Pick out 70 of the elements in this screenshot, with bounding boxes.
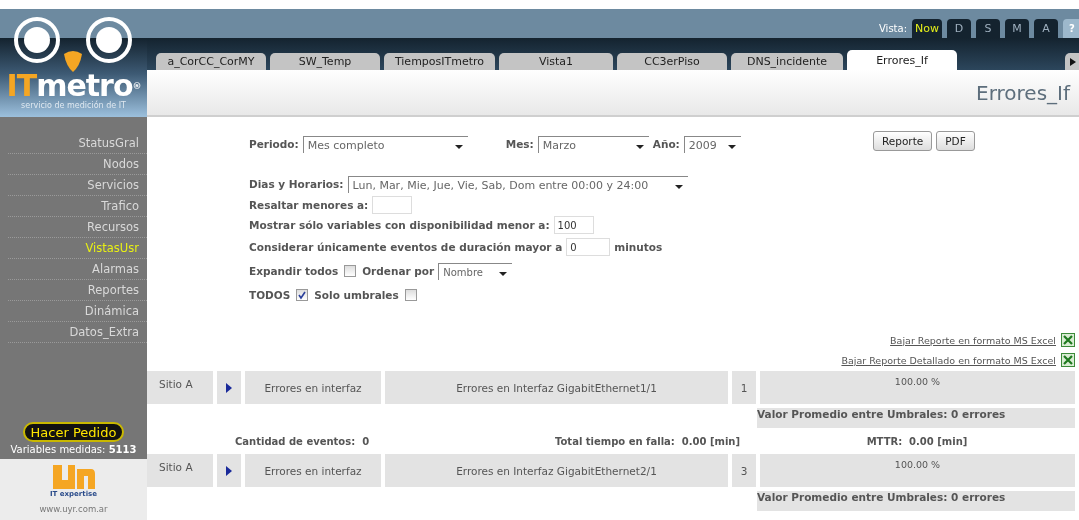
table-cell: Errores en interfaz [245, 454, 381, 487]
table-cell: 100.00 % [760, 371, 1075, 404]
period-dropdown[interactable]: Mes completo [302, 135, 468, 153]
month-dropdown[interactable]: Marzo [537, 135, 649, 153]
view-button[interactable]: S [976, 19, 1000, 38]
field-label: Considerar únicamente eventos de duración mayor a [249, 241, 563, 253]
brand-tagline: servicio de medición de IT [21, 101, 126, 110]
arrow-icon[interactable] [1070, 57, 1076, 66]
tab[interactable]: CC3erPiso [617, 53, 727, 70]
checkbox-label: Solo umbrales [314, 289, 399, 301]
table-cell: 3 [732, 454, 756, 487]
spreadsheet-icon[interactable] [1061, 333, 1075, 347]
brand-name: ITmetro$^{®}$ [6, 72, 141, 100]
triangle-icon[interactable] [226, 465, 232, 476]
tab[interactable]: a_CorCC_CorMY [156, 53, 266, 70]
table-cell: Errores en Interfaz GigabitEthernet2/1 [385, 454, 728, 487]
field-label: Dias y Horarios: [249, 178, 344, 190]
summary-text: Cantidad de eventos: 0 [234, 435, 371, 447]
input-field[interactable]: 0 [566, 238, 611, 256]
checkbox-label: TODOS [249, 289, 291, 301]
download-link[interactable]: Bajar Reporte en formato MS Excel [890, 334, 1056, 346]
report-button[interactable]: Reporte [873, 131, 933, 151]
input-field[interactable]: 100 [553, 216, 594, 234]
table-cell: Valor Promedio entre Umbrales: 0 errores [757, 491, 1075, 511]
expand-button[interactable] [217, 454, 241, 487]
checkbox[interactable] [296, 289, 309, 301]
checkbox[interactable] [404, 289, 417, 301]
tab[interactable]: Vista1 [499, 53, 613, 70]
tab-scroll-button[interactable] [1065, 53, 1079, 70]
partner-url: www.uyr.com.ar [39, 504, 108, 514]
download-link[interactable]: Bajar Reporte Detallado en formato MS Excel [841, 354, 1056, 366]
table-cell: Valor Promedio entre Umbrales: 0 errores [757, 408, 1075, 428]
view-button[interactable]: M [1005, 19, 1029, 38]
field-label: Año: [652, 138, 680, 150]
tab[interactable]: Errores_If [847, 50, 957, 70]
page-title: Errores_If [976, 80, 1070, 105]
summary-text: MTTR: 0.00 [min] [865, 435, 969, 447]
view-button[interactable]: A [1034, 19, 1058, 38]
table-cell: 100.00 % [760, 454, 1075, 487]
order-button[interactable]: Hacer Pedido [22, 422, 125, 442]
field-label: Mes: [505, 138, 534, 150]
field-label: Resaltar menores a: [249, 199, 369, 211]
year-dropdown[interactable]: 2009 [683, 135, 741, 153]
tab[interactable]: TiemposITmetro [384, 53, 495, 70]
triangle-icon[interactable] [226, 382, 232, 393]
spreadsheet-icon[interactable] [1061, 353, 1075, 367]
report-button[interactable]: PDF [936, 131, 975, 151]
tab[interactable]: SW_Temp [270, 53, 380, 70]
table-cell: Sitio A [147, 371, 213, 404]
table-cell: Errores en interfaz [245, 371, 381, 404]
summary-text: Total tiempo en falla: 0.00 [min] [555, 435, 739, 447]
view-label: Vista: [879, 23, 908, 34]
unit-label: minutos [614, 241, 663, 253]
view-button[interactable]: D [947, 19, 971, 38]
checkbox[interactable] [344, 265, 357, 277]
schedule-dropdown[interactable]: Lun, Mar, Mie, Jue, Vie, Sab, Dom entre 00:00 y 24:00 [347, 175, 688, 193]
table-cell: Errores en Interfaz GigabitEthernet1/1 [385, 371, 728, 404]
input-field[interactable] [372, 196, 413, 214]
table-cell: 1 [732, 371, 756, 404]
table-cell: Sitio A [147, 454, 213, 487]
variables-count: Variables medidas: 5113 [10, 444, 137, 455]
partner-logo-icon [52, 465, 95, 489]
sort-dropdown[interactable]: Nombre [438, 262, 513, 280]
view-button[interactable]: Now [912, 19, 942, 38]
expand-button[interactable] [217, 371, 241, 404]
checkbox-label: Expandir todos [249, 265, 339, 277]
field-label: Ordenar por [362, 265, 435, 277]
field-label: Periodo: [249, 138, 299, 150]
field-label: Mostrar sólo variables con disponibilidad menor a: [249, 219, 550, 231]
tab[interactable]: DNS_incidente [731, 53, 843, 70]
